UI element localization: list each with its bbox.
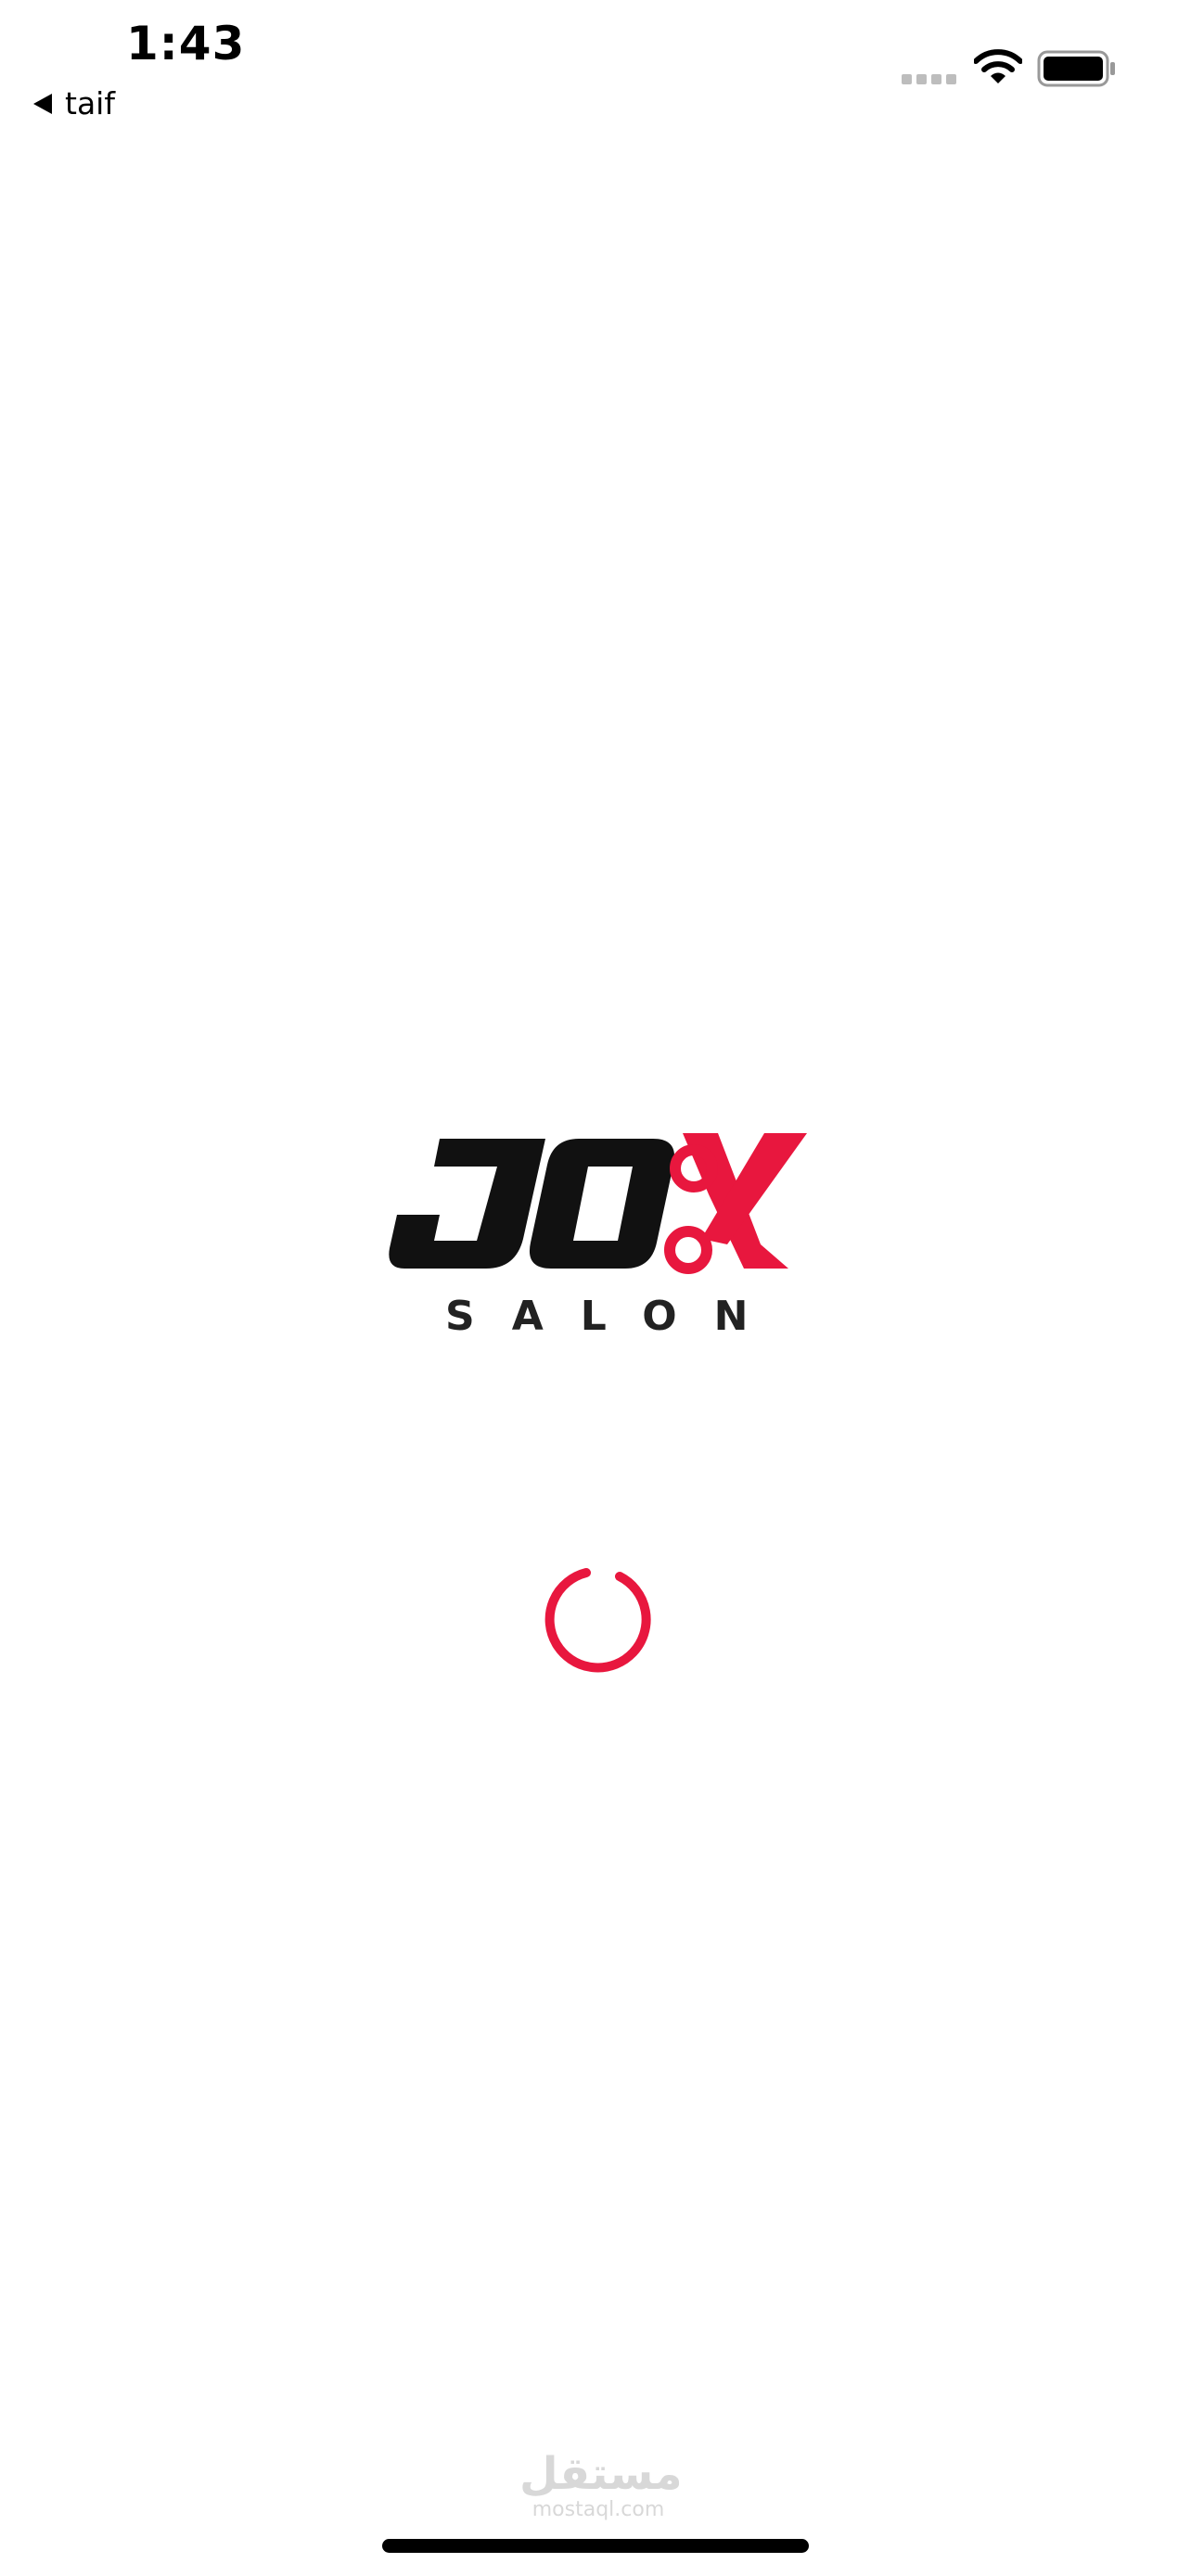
- loading-spinner-icon: [544, 1568, 651, 1673]
- mostaql-watermark: مستقل mostaql.com: [519, 2448, 683, 2522]
- watermark-url-text: mostaql.com: [531, 2498, 665, 2521]
- battery-icon: [1037, 50, 1115, 87]
- status-bar-time: 1:43: [126, 17, 246, 70]
- jox-salon-logo: SALON: [382, 1129, 809, 1340]
- back-to-app-button[interactable]: taif: [33, 85, 115, 121]
- watermark-arabic-text: مستقل: [519, 2448, 683, 2500]
- logo-subtext: SALON: [445, 1293, 786, 1340]
- jox-logo-mark: [389, 1133, 807, 1274]
- wifi-icon: [974, 49, 1022, 83]
- back-app-label: taif: [65, 85, 115, 121]
- home-indicator[interactable]: [382, 2539, 809, 2553]
- back-arrow-icon: [33, 93, 52, 114]
- signal-icon: [902, 74, 956, 84]
